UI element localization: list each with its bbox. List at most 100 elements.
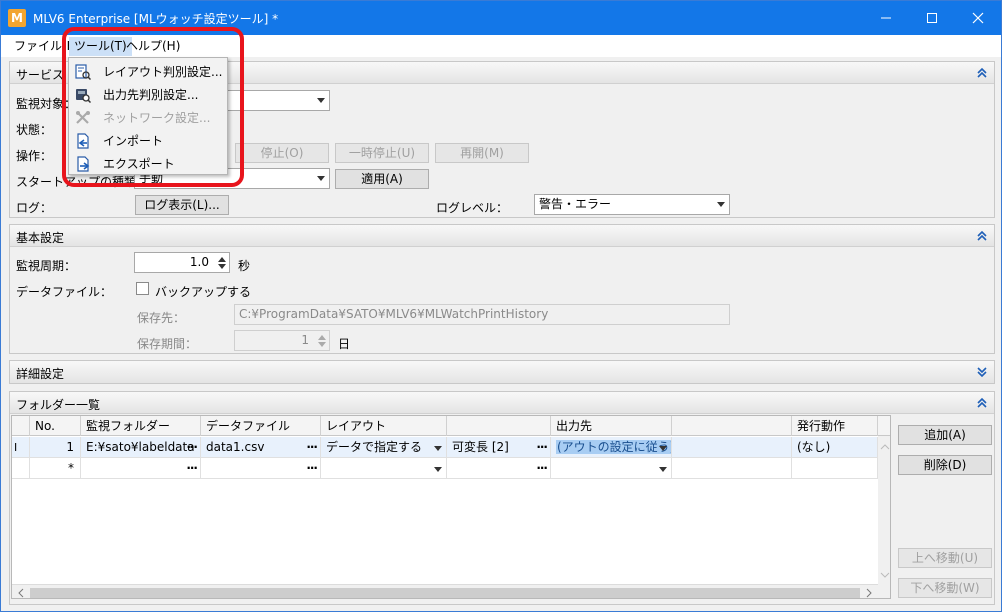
window-title: MLV6 Enterprise [MLウォッチ設定ツール] * (33, 12, 279, 26)
stop-button[interactable]: 停止(O) (235, 143, 329, 163)
cell-layout[interactable]: データで指定する (321, 437, 447, 458)
chevron-down-icon[interactable] (659, 446, 667, 451)
chevron-down-icon (317, 98, 325, 103)
col-layout-detail[interactable] (447, 416, 551, 436)
retention-value: 1 (301, 333, 309, 347)
scroll-down-icon[interactable] (878, 570, 891, 580)
cell-layout-detail[interactable]: ··· (447, 458, 551, 479)
interval-spinner[interactable]: 1.0 (134, 252, 230, 273)
cell-layout-detail[interactable]: 可変長 [2] ··· (447, 437, 551, 458)
cell-action[interactable]: (なし) (792, 437, 878, 458)
retention-spinner[interactable]: 1 (234, 330, 330, 351)
browse-ellipsis-icon[interactable]: ··· (186, 458, 198, 479)
cell-output[interactable] (551, 458, 672, 479)
expand-down-icon[interactable] (976, 366, 988, 378)
spin-down-icon[interactable] (218, 264, 226, 269)
collapse-up-icon[interactable] (976, 397, 988, 409)
log-view-button[interactable]: ログ表示(L)... (135, 195, 229, 215)
browse-ellipsis-icon[interactable]: ··· (306, 437, 318, 458)
folder-list-section: フォルダー一覧 No. 監視フォルダー データファイル レイアウト 出力先 発行… (9, 391, 995, 605)
spin-up-icon[interactable] (218, 257, 226, 262)
scroll-up-icon[interactable] (878, 442, 891, 452)
col-layout[interactable]: レイアウト (321, 416, 447, 436)
menu-item-network-settings-label: ネットワーク設定... (103, 111, 211, 125)
horizontal-scroll-thumb[interactable] (30, 588, 860, 598)
close-button[interactable] (955, 1, 1001, 35)
table-row[interactable]: I 1 E:¥sato¥labeldata ··· data1.csv ··· デー… (12, 437, 890, 458)
table-row[interactable]: * ··· ··· ··· (12, 458, 890, 479)
browse-ellipsis-icon[interactable]: ··· (536, 458, 548, 479)
menu-item-output-detect[interactable]: 出力先判別設定... (71, 84, 225, 106)
basic-settings-title: 基本設定 (16, 231, 65, 245)
monitor-target-label: 監視対象： (16, 97, 77, 111)
browse-ellipsis-icon[interactable]: ··· (306, 458, 318, 479)
move-down-button[interactable]: 下へ移動(W) (898, 578, 992, 598)
collapse-up-icon[interactable] (976, 67, 988, 79)
cell-monitor-folder[interactable]: ··· (81, 458, 201, 479)
retention-label: 保存期間： (137, 337, 198, 351)
cell-action[interactable] (792, 458, 878, 479)
spin-up-icon[interactable] (318, 335, 326, 340)
cell-data-file[interactable]: ··· (201, 458, 321, 479)
col-output-detail[interactable] (672, 416, 792, 436)
scroll-right-icon[interactable] (863, 586, 875, 599)
detail-settings-header[interactable]: 詳細設定 (10, 361, 994, 383)
basic-settings-header[interactable]: 基本設定 (10, 225, 994, 247)
minimize-button[interactable] (863, 1, 909, 35)
cell-output-text: (アウトの設定に従う) (556, 440, 671, 454)
browse-ellipsis-icon[interactable]: ··· (536, 437, 548, 458)
horizontal-scrollbar[interactable] (12, 584, 878, 599)
pause-button[interactable]: 一時停止(U) (335, 143, 429, 163)
chevron-down-icon (717, 202, 725, 207)
maximize-button[interactable] (909, 1, 955, 35)
add-folder-button[interactable]: 追加(A) (898, 425, 992, 445)
vertical-scrollbar[interactable] (878, 436, 891, 598)
col-no[interactable]: No. (30, 416, 81, 436)
cell-data-file[interactable]: data1.csv ··· (201, 437, 321, 458)
interval-unit: 秒 (238, 259, 251, 273)
cell-layout[interactable] (321, 458, 447, 479)
menu-item-network-settings[interactable]: ネットワーク設定... (71, 107, 225, 129)
close-icon (972, 12, 984, 24)
delete-folder-button[interactable]: 削除(D) (898, 455, 992, 475)
title-bar[interactable]: M MLV6 Enterprise [MLウォッチ設定ツール] * (1, 1, 1001, 35)
chevron-down-icon (317, 176, 325, 181)
cell-output-detail[interactable] (672, 437, 792, 458)
cell-output-detail[interactable] (672, 458, 792, 479)
backup-label: バックアップする (155, 285, 252, 299)
apply-button[interactable]: 適用(A) (335, 169, 429, 189)
cell-monitor-folder[interactable]: E:¥sato¥labeldata ··· (81, 437, 201, 458)
menu-item-import[interactable]: インポート (71, 130, 225, 152)
save-to-field[interactable]: C:¥ProgramData¥SATO¥MLV6¥MLWatchPrintHis… (234, 304, 730, 325)
menu-item-export[interactable]: エクスポート (71, 153, 225, 175)
chevron-down-icon[interactable] (434, 446, 442, 451)
chevron-down-icon[interactable] (659, 467, 667, 472)
menu-bar: ファイル(F) ツール(T) ヘルプ(H) (1, 35, 1001, 57)
col-action[interactable]: 発行動作 (792, 416, 878, 436)
service-title: サービス (16, 68, 65, 82)
app-icon: M (8, 9, 26, 27)
folder-list-header[interactable]: フォルダー一覧 (10, 392, 994, 414)
collapse-up-icon[interactable] (976, 230, 988, 242)
menu-item-layout-detect[interactable]: レイアウト判別設定... (71, 61, 225, 83)
move-up-button[interactable]: 上へ移動(U) (898, 548, 992, 568)
menu-help[interactable]: ヘルプ(H) (121, 37, 185, 56)
log-level-combo[interactable]: 警告・エラー (534, 194, 730, 215)
scroll-left-icon[interactable] (15, 586, 27, 599)
operation-label: 操作： (16, 149, 53, 163)
resume-button[interactable]: 再開(M) (435, 143, 529, 163)
folder-grid[interactable]: No. 監視フォルダー データファイル レイアウト 出力先 発行動作 I 1 E… (11, 415, 891, 599)
col-output[interactable]: 出力先 (551, 416, 672, 436)
chevron-down-icon[interactable] (434, 467, 442, 472)
row-indicator: I (12, 437, 30, 458)
spin-down-icon[interactable] (318, 342, 326, 347)
row-indicator (12, 458, 30, 479)
cell-data-file-text: data1.csv (206, 440, 265, 454)
cell-output[interactable]: (アウトの設定に従う) (551, 437, 672, 458)
backup-checkbox[interactable] (136, 282, 149, 295)
datafile-label: データファイル： (16, 285, 113, 299)
browse-ellipsis-icon[interactable]: ··· (186, 437, 198, 458)
col-data-file[interactable]: データファイル (201, 416, 321, 436)
col-monitor-folder[interactable]: 監視フォルダー (81, 416, 201, 436)
grid-header: No. 監視フォルダー データファイル レイアウト 出力先 発行動作 (12, 416, 890, 436)
